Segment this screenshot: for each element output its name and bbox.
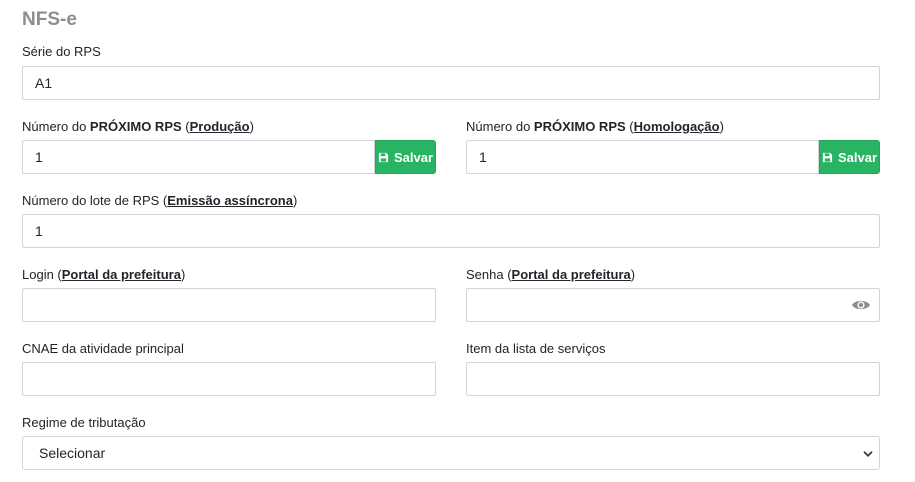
cnae-input[interactable] (22, 362, 436, 396)
save-homologacao-label: Salvar (837, 149, 878, 165)
rps-homologacao-input[interactable] (466, 140, 819, 174)
login-label-close: ) (180, 267, 186, 282)
chevron-down-icon (863, 451, 873, 457)
serie-input[interactable] (22, 66, 880, 100)
homologacao-link[interactable]: Homologação (634, 119, 720, 134)
rps-homologacao-label-close: ) (719, 119, 724, 134)
rps-homologacao-label-open: ( (625, 119, 634, 134)
producao-link[interactable]: Produção (190, 119, 250, 134)
cnae-label: CNAE da atividade principal (22, 341, 184, 356)
eye-icon[interactable] (851, 298, 871, 312)
login-portal-link[interactable]: Portal da prefeitura (62, 267, 181, 282)
lote-input[interactable] (22, 214, 880, 248)
rps-producao-label-prefix: Número do (22, 119, 90, 134)
item-servico-input[interactable] (466, 362, 880, 396)
save-producao-label: Salvar (393, 149, 434, 165)
rps-homologacao-label-bold: PRÓXIMO RPS (533, 119, 626, 134)
login-input[interactable] (22, 288, 436, 322)
rps-producao-label: Número do PRÓXIMO RPS (Produção) (22, 119, 254, 134)
senha-input[interactable] (466, 288, 880, 322)
rps-producao-input[interactable] (22, 140, 375, 174)
rps-homologacao-label: Número do PRÓXIMO RPS (Homologação) (466, 119, 724, 134)
regime-selected-value: Selecionar (39, 445, 106, 461)
item-servico-label: Item da lista de serviços (466, 341, 606, 356)
rps-producao-label-open: ( (181, 119, 190, 134)
serie-label: Série do RPS (22, 44, 101, 59)
floppy-disk-icon (378, 152, 389, 162)
regime-label: Regime de tributação (22, 415, 146, 430)
senha-portal-link[interactable]: Portal da prefeitura (512, 267, 631, 282)
save-homologacao-button[interactable]: Salvar (819, 140, 880, 174)
rps-homologacao-label-prefix: Número do (466, 119, 534, 134)
senha-label-prefix: Senha ( (466, 267, 512, 282)
rps-producao-label-close: ) (249, 119, 254, 134)
rps-producao-label-bold: PRÓXIMO RPS (89, 119, 182, 134)
regime-select[interactable]: Selecionar (22, 436, 880, 470)
login-label-prefix: Login ( (22, 267, 62, 282)
floppy-disk-icon (822, 152, 833, 162)
lote-label-close: ) (292, 193, 298, 208)
emissao-assincrona-link[interactable]: Emissão assíncrona (167, 193, 293, 208)
section-title: NFS-e (22, 9, 77, 30)
save-producao-button[interactable]: Salvar (375, 140, 436, 174)
senha-label: Senha (Portal da prefeitura) (466, 267, 635, 282)
lote-label-prefix: Número do lote de RPS ( (22, 193, 168, 208)
login-label: Login (Portal da prefeitura) (22, 267, 185, 282)
lote-label: Número do lote de RPS (Emissão assíncron… (22, 193, 297, 208)
senha-label-close: ) (630, 267, 636, 282)
